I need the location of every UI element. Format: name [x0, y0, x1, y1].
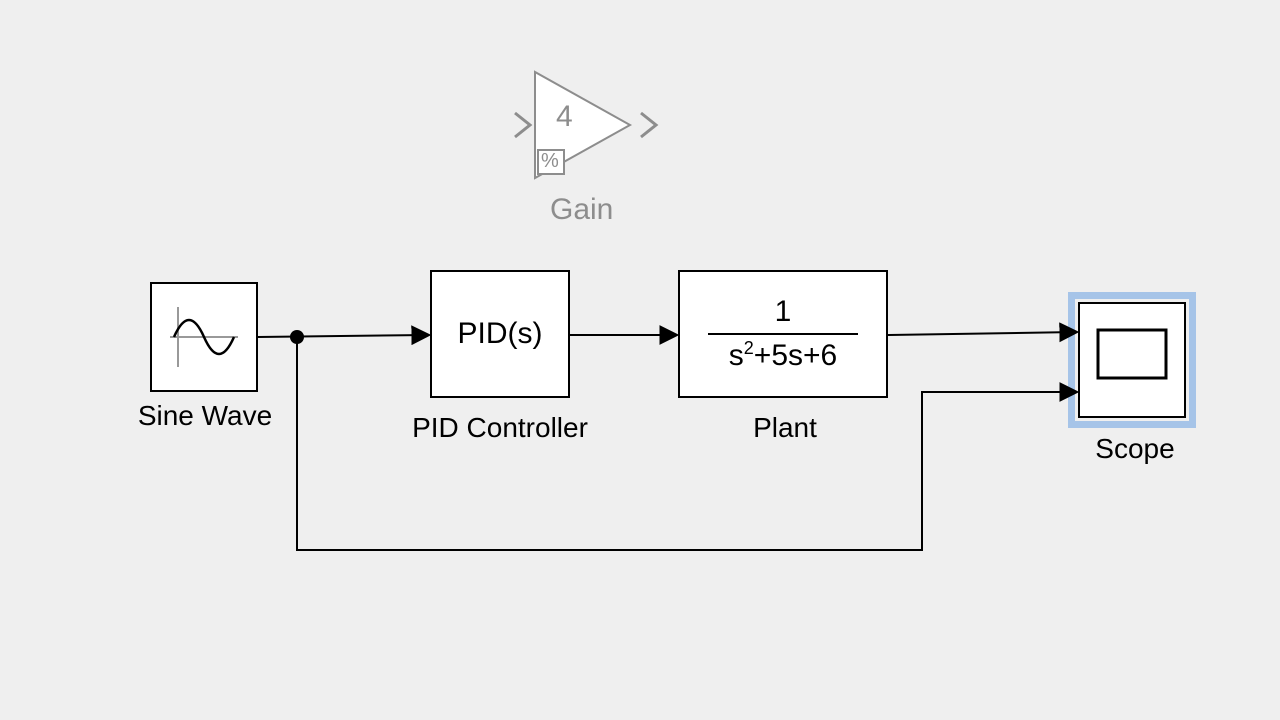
- pid-controller-label: PID Controller: [400, 412, 600, 444]
- gain-badge-text: %: [541, 150, 559, 173]
- scope-icon: [1092, 324, 1172, 396]
- scope-block[interactable]: [1078, 302, 1186, 418]
- plant-numerator: 1: [775, 295, 792, 329]
- sine-wave-label: Sine Wave: [120, 400, 290, 432]
- plant-denominator: s2+5s+6: [729, 339, 837, 373]
- plant-den-suffix: +5s+6: [754, 339, 837, 372]
- sine-wave-icon: [164, 301, 244, 373]
- plant-block[interactable]: 1 s2+5s+6: [678, 270, 888, 398]
- scope-label: Scope: [1080, 433, 1190, 465]
- plant-den-exp: 2: [744, 338, 754, 358]
- pid-display-text: PID(s): [458, 317, 543, 351]
- sine-wave-block[interactable]: [150, 282, 258, 392]
- pid-controller-block[interactable]: PID(s): [430, 270, 570, 398]
- wire-plant-to-scope[interactable]: [888, 332, 1076, 335]
- plant-label: Plant: [730, 412, 840, 444]
- wire-sine-to-pid[interactable]: [258, 335, 428, 337]
- gain-label: Gain: [550, 193, 613, 227]
- gain-value-text: 4: [556, 100, 573, 134]
- plant-den-prefix: s: [729, 339, 744, 372]
- plant-fraction-bar: [708, 333, 858, 335]
- model-canvas[interactable]: 4 % Gain Sine Wave PID(s) PID Controller…: [0, 0, 1280, 720]
